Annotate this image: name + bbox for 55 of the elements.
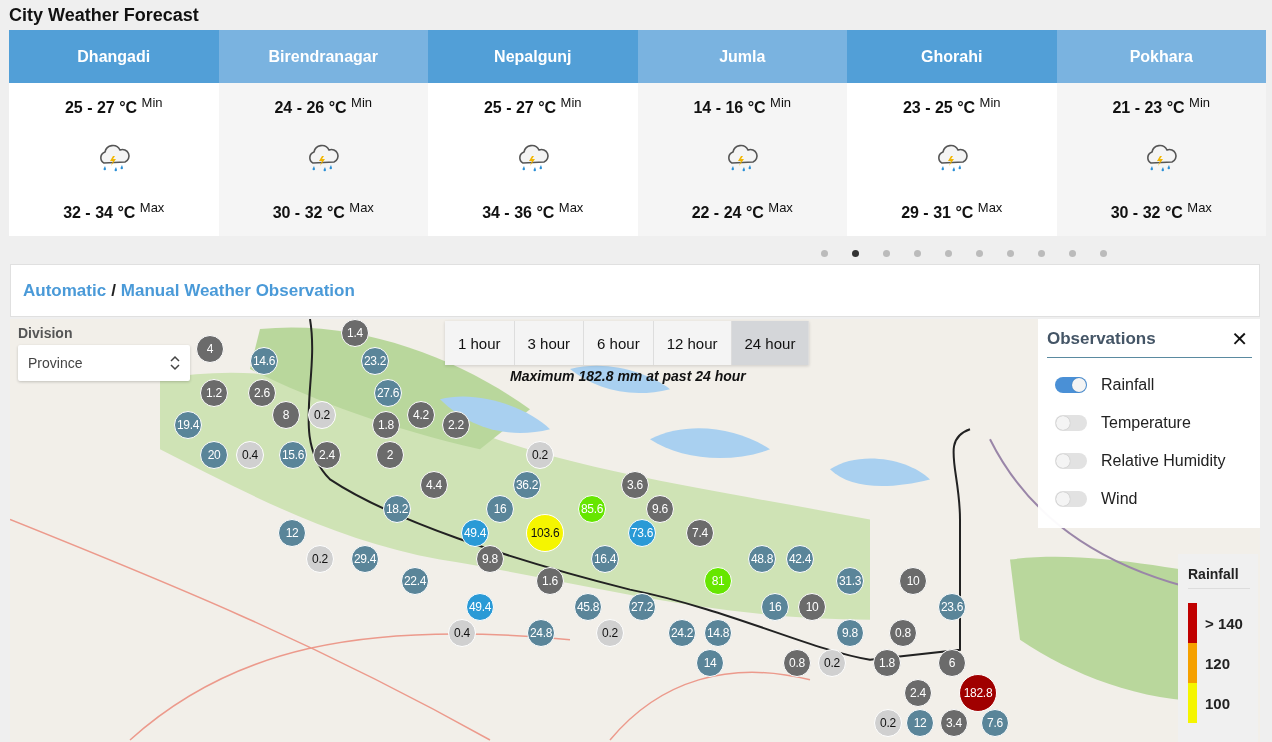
toggle-switch[interactable] xyxy=(1055,377,1087,393)
city-name: Dhangadi xyxy=(9,30,219,83)
pager-dot[interactable] xyxy=(976,250,983,257)
pager-dot[interactable] xyxy=(852,250,859,257)
time-tab[interactable]: 1 hour xyxy=(445,321,515,365)
map-caption: Maximum 182.8 mm at past 24 hour xyxy=(510,368,746,384)
city-name: Jumla xyxy=(637,30,847,83)
toggle-label: Wind xyxy=(1101,490,1138,508)
automatic-link[interactable]: Automatic xyxy=(23,280,107,301)
pager-dot[interactable] xyxy=(914,250,921,257)
pager-dot[interactable] xyxy=(883,250,890,257)
max-temperature: 32 - 34 °C $^{Max}$ xyxy=(63,199,165,222)
time-tab[interactable]: 12 hour xyxy=(653,321,732,365)
close-button[interactable]: ✕ xyxy=(1227,327,1252,351)
max-temperature: 29 - 31 °C $^{Max}$ xyxy=(901,199,1003,222)
pager-dot[interactable] xyxy=(1007,250,1014,257)
toggle-switch[interactable] xyxy=(1055,453,1087,469)
toggle-label: Rainfall xyxy=(1101,376,1155,394)
max-temperature: 34 - 36 °C $^{Max}$ xyxy=(482,199,584,222)
separator: / xyxy=(111,280,116,301)
min-temperature: 21 - 23 °C $^{Min}$ xyxy=(1112,95,1211,118)
toggle-switch[interactable] xyxy=(1055,415,1087,431)
division-select[interactable]: Province xyxy=(18,345,190,381)
toggle-switch[interactable] xyxy=(1055,491,1087,507)
min-temperature: 24 - 26 °C $^{Min}$ xyxy=(274,95,373,118)
pager-dot[interactable] xyxy=(1069,250,1076,257)
min-temperature: 23 - 25 °C $^{Min}$ xyxy=(902,95,1001,118)
manual-observation-link[interactable]: Manual Weather Observation xyxy=(120,280,355,301)
max-temperature: 30 - 32 °C $^{Max}$ xyxy=(1110,199,1212,222)
city-name: Birendranagar xyxy=(218,30,428,83)
page-title: City Weather Forecast xyxy=(9,4,200,26)
pager-dot[interactable] xyxy=(945,250,952,257)
legend-label: 100 xyxy=(1205,694,1231,712)
division-label: Division xyxy=(18,325,73,341)
toggle-label: Relative Humidity xyxy=(1101,452,1226,470)
panel-title: Observations xyxy=(1047,329,1156,349)
pager-dot[interactable] xyxy=(1038,250,1045,257)
city-name: Pokhara xyxy=(1056,30,1266,83)
chevron-icon xyxy=(170,355,180,371)
legend-label: > 140 xyxy=(1205,614,1243,632)
city-name: Nepalgunj xyxy=(428,30,638,83)
legend-label: 120 xyxy=(1205,654,1231,672)
time-tab[interactable]: 6 hour xyxy=(584,321,654,365)
min-temperature: 14 - 16 °C $^{Min}$ xyxy=(693,95,792,118)
city-name: Ghorahi xyxy=(847,30,1057,83)
max-temperature: 22 - 24 °C $^{Max}$ xyxy=(691,199,793,222)
time-tab[interactable]: 24 hour xyxy=(731,321,810,365)
min-temperature: 25 - 27 °C $^{Min}$ xyxy=(483,95,582,118)
time-tab[interactable]: 3 hour xyxy=(514,321,585,365)
pager-dot[interactable] xyxy=(1100,250,1107,257)
pager-dot[interactable] xyxy=(821,250,828,257)
toggle-label: Temperature xyxy=(1101,414,1191,432)
min-temperature: 25 - 27 °C $^{Min}$ xyxy=(64,95,163,118)
max-temperature: 30 - 32 °C $^{Max}$ xyxy=(272,199,374,222)
legend-title: Rainfall xyxy=(1188,566,1250,589)
